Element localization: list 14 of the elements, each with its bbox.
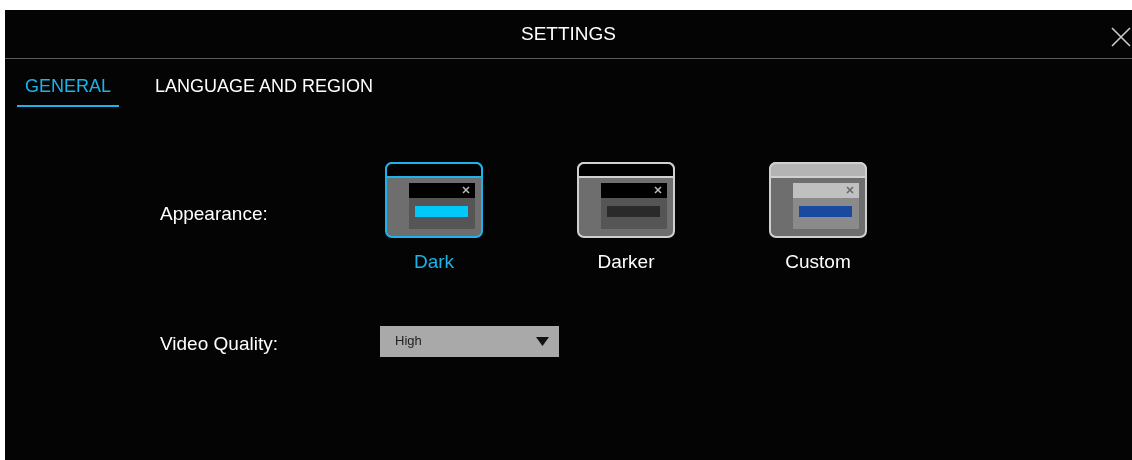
theme-option[interactable]: Dark — [385, 162, 483, 277]
theme-option[interactable]: Custom — [769, 162, 867, 277]
window-preview-icon — [385, 162, 483, 238]
close-icon — [1110, 26, 1132, 48]
field-label: Appearance: — [160, 202, 269, 226]
theme-option[interactable]: Darker — [577, 162, 675, 277]
field-label: Video Quality: — [160, 331, 279, 356]
window-preview-icon — [769, 162, 867, 238]
window-preview-icon — [577, 162, 675, 238]
window-title: SETTINGS — [521, 21, 616, 46]
tab[interactable]: GENERAL — [17, 73, 120, 107]
quality-dropdown[interactable]: High — [380, 325, 559, 357]
caret-icon — [536, 336, 549, 346]
tab[interactable]: LANGUAGE AND REGION — [147, 73, 382, 107]
